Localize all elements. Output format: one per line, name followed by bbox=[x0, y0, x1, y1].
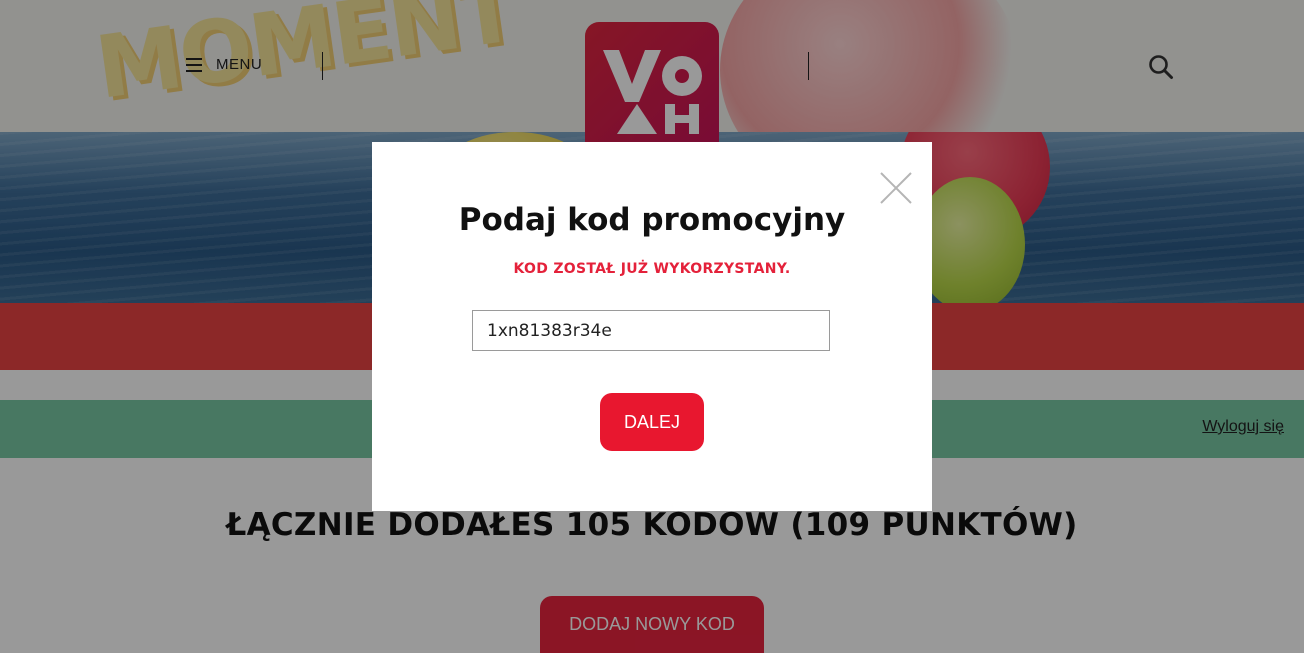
close-icon bbox=[880, 172, 912, 204]
error-message: KOD ZOSTAŁ JUŻ WYKORZYSTANY. bbox=[513, 261, 791, 277]
next-button[interactable]: DALEJ bbox=[600, 393, 704, 451]
promo-code-input[interactable] bbox=[472, 310, 830, 351]
modal-title: Podaj kod promocyjny bbox=[458, 202, 846, 238]
close-button[interactable] bbox=[879, 171, 913, 205]
promo-code-modal: Podaj kod promocyjny KOD ZOSTAŁ JUŻ WYKO… bbox=[372, 142, 932, 511]
